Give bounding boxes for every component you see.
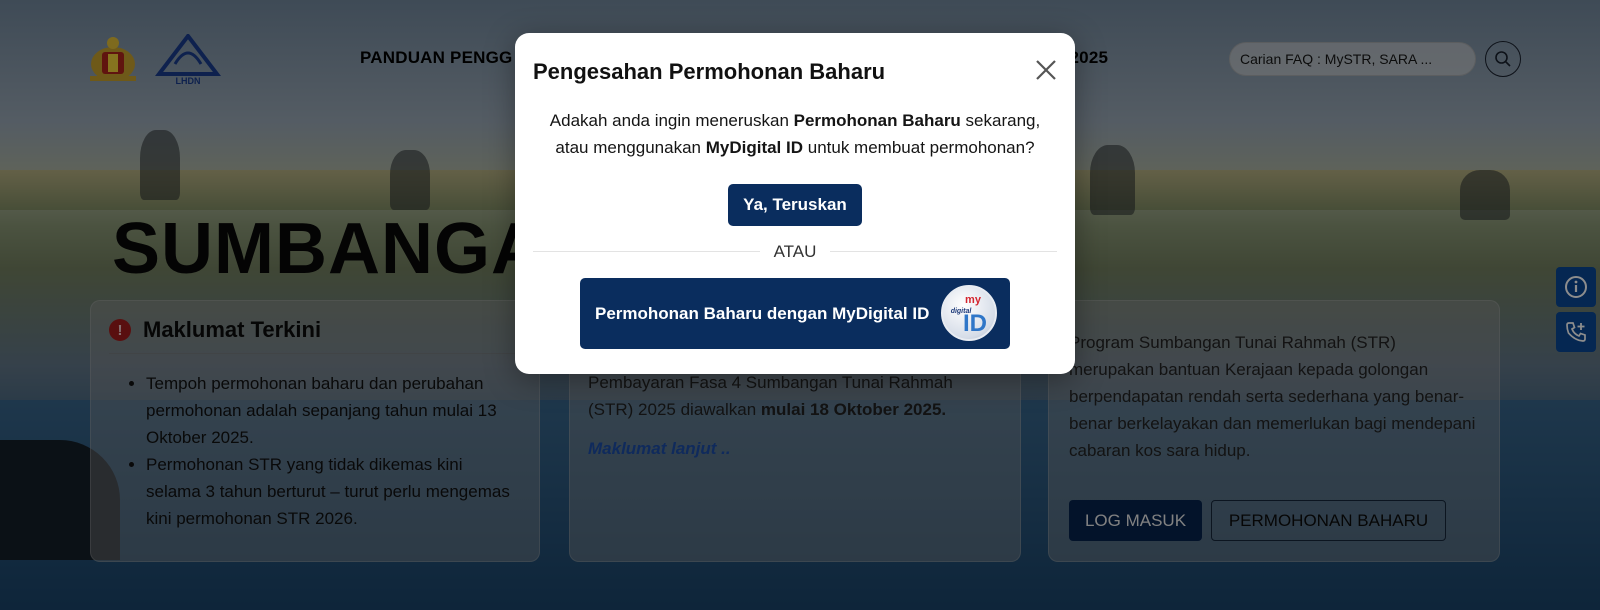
search-icon xyxy=(1495,51,1511,67)
modal-message-bold: MyDigital ID xyxy=(705,138,804,157)
new-application-confirm-modal: Pengesahan Permohonan Baharu Adakah anda… xyxy=(515,33,1075,374)
list-item: Permohonan STR yang tidak dikemas kini s… xyxy=(146,451,519,532)
card-header: ! Maklumat Terkini xyxy=(91,301,539,353)
exclamation-icon: ! xyxy=(109,319,131,341)
or-separator: ATAU xyxy=(515,242,1075,262)
card-title: Maklumat Terkini xyxy=(143,317,322,342)
hero-title: SUMBANGA xyxy=(112,209,544,289)
latest-info-card: ! Maklumat Terkini Tempoh permohonan bah… xyxy=(90,300,540,562)
contact-side-button[interactable] xyxy=(1556,312,1596,352)
or-label: ATAU xyxy=(759,242,831,261)
mydigital-id-application-button[interactable]: Permohonan Baharu dengan MyDigital ID my… xyxy=(580,278,1010,349)
modal-message-part: untuk membuat permohonan? xyxy=(803,138,1035,157)
payment-text-date: mulai 18 Oktober 2025. xyxy=(760,400,947,419)
confirm-continue-button[interactable]: Ya, Teruskan xyxy=(728,184,862,226)
close-icon xyxy=(1036,60,1056,80)
svg-text:ID: ID xyxy=(963,310,987,337)
mydigital-id-logo: my digital ID xyxy=(941,285,997,341)
svg-text:LHDN: LHDN xyxy=(176,76,201,86)
login-button[interactable]: LOG MASUK xyxy=(1069,500,1202,541)
close-button[interactable] xyxy=(1033,57,1059,83)
more-info-link[interactable]: Maklumat lanjut .. xyxy=(588,439,731,459)
nav-panduan[interactable]: PANDUAN PENGG xyxy=(360,48,512,68)
lhdn-logo: LHDN xyxy=(154,32,222,86)
program-info-card: Program Sumbangan Tunai Rahmah (STR) mer… xyxy=(1048,300,1500,562)
payment-text: Pembayaran Fasa 4 Sumbangan Tunai Rahmah… xyxy=(588,369,998,423)
search-input[interactable]: Carian FAQ : MySTR, SARA ... xyxy=(1229,42,1476,76)
info-icon xyxy=(1565,276,1587,298)
search-button[interactable] xyxy=(1485,41,1521,77)
phone-plus-icon xyxy=(1566,322,1586,342)
modal-message: Adakah anda ingin meneruskan Permohonan … xyxy=(535,107,1055,161)
modal-title: Pengesahan Permohonan Baharu xyxy=(533,59,886,84)
malaysia-coat-of-arms-logo xyxy=(82,36,144,84)
svg-text:my: my xyxy=(965,294,982,306)
modal-message-part: Adakah anda ingin meneruskan xyxy=(549,111,794,130)
info-side-button[interactable] xyxy=(1556,267,1596,307)
new-application-button[interactable]: PERMOHONAN BAHARU xyxy=(1211,500,1446,541)
latest-info-list: Tempoh permohonan baharu dan perubahan p… xyxy=(91,354,539,532)
list-item: Tempoh permohonan baharu dan perubahan p… xyxy=(146,370,519,451)
mydigital-button-label: Permohonan Baharu dengan MyDigital ID xyxy=(595,303,930,323)
modal-message-bold: Permohonan Baharu xyxy=(793,111,961,130)
program-description: Program Sumbangan Tunai Rahmah (STR) mer… xyxy=(1069,333,1476,460)
